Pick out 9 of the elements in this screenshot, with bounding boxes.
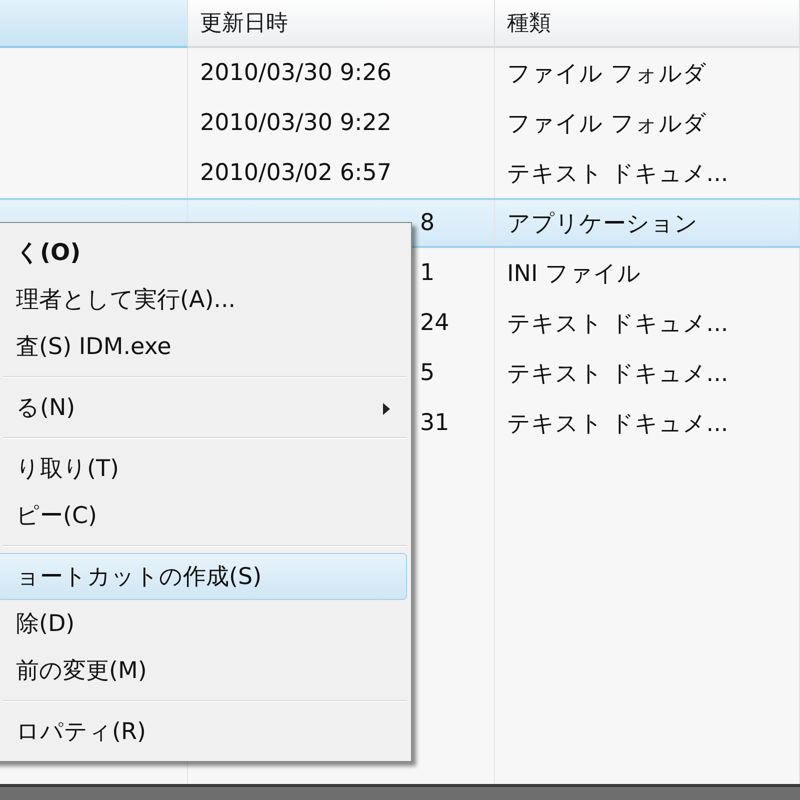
date-cell: 2010/03/30 9:22 bbox=[188, 98, 495, 148]
type-cell: テキスト ドキュメ... bbox=[495, 298, 800, 348]
type-cell: ファイル フォルダ bbox=[495, 98, 800, 148]
type-cell: ファイル フォルダ bbox=[495, 48, 800, 98]
type-cell: テキスト ドキュメ... bbox=[495, 398, 800, 448]
type-cell: テキスト ドキュメ... bbox=[495, 348, 800, 398]
date-cell: 2010/03/30 9:26 bbox=[188, 48, 495, 98]
type-cell: INI ファイル bbox=[495, 248, 800, 298]
type-cell: アプリケーション bbox=[495, 200, 800, 246]
